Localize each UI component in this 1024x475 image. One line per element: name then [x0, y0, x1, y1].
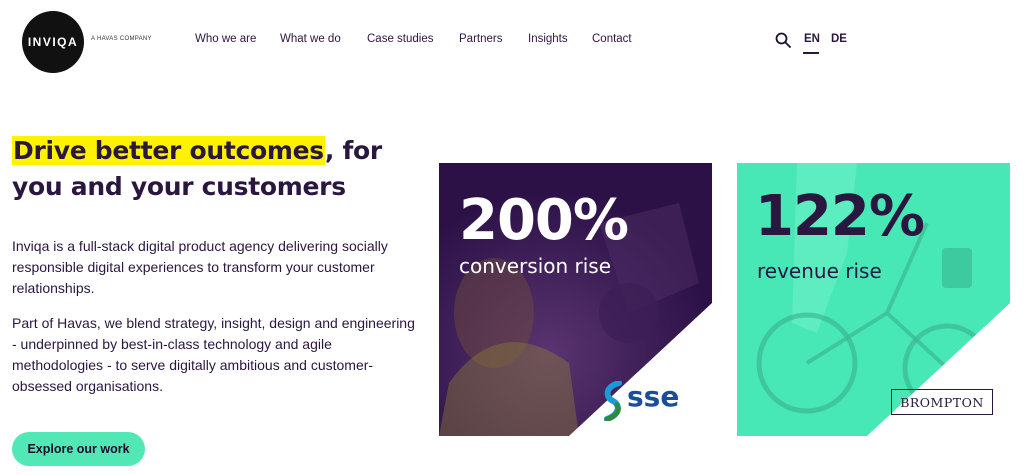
search-icon[interactable] [775, 32, 791, 48]
hero-paragraph-2: Part of Havas, we blend strategy, insigh… [12, 315, 415, 394]
case-card-sse[interactable]: 200% conversion rise sse [439, 163, 712, 436]
active-lang-indicator [803, 52, 819, 54]
headline-rest: , for [324, 136, 382, 165]
headline-highlight: Drive better outcomes [12, 136, 325, 165]
logo-tagline: A HAVAS COMPANY [91, 36, 152, 42]
nav-item-partners[interactable]: Partners [459, 33, 502, 45]
inviqa-logo[interactable]: INVIQA [22, 11, 84, 73]
lang-en[interactable]: EN [804, 33, 820, 45]
lang-de[interactable]: DE [831, 33, 847, 45]
explore-our-work-button[interactable]: Explore our work [12, 432, 145, 466]
sse-swirl-icon [604, 381, 622, 421]
nav-item-insights[interactable]: Insights [528, 33, 568, 45]
nav-item-what-we-do[interactable]: What we do [280, 33, 341, 45]
case-card-brompton[interactable]: 122% revenue rise BROMPTON [737, 163, 1010, 436]
nav-item-contact[interactable]: Contact [592, 33, 632, 45]
hero-headline: Drive better outcomes, for you and your c… [12, 133, 432, 205]
hero-paragraph-1: Inviqa is a full-stack digital product a… [12, 238, 388, 296]
nav-item-case-studies[interactable]: Case studies [367, 33, 433, 45]
brompton-brand-logo: BROMPTON [891, 389, 993, 415]
nav-item-who-we-are[interactable]: Who we are [195, 33, 256, 45]
logo-text: INVIQA [27, 35, 79, 49]
sse-brand-text: sse [627, 380, 680, 413]
headline-line-2: you and your customers [12, 172, 346, 201]
